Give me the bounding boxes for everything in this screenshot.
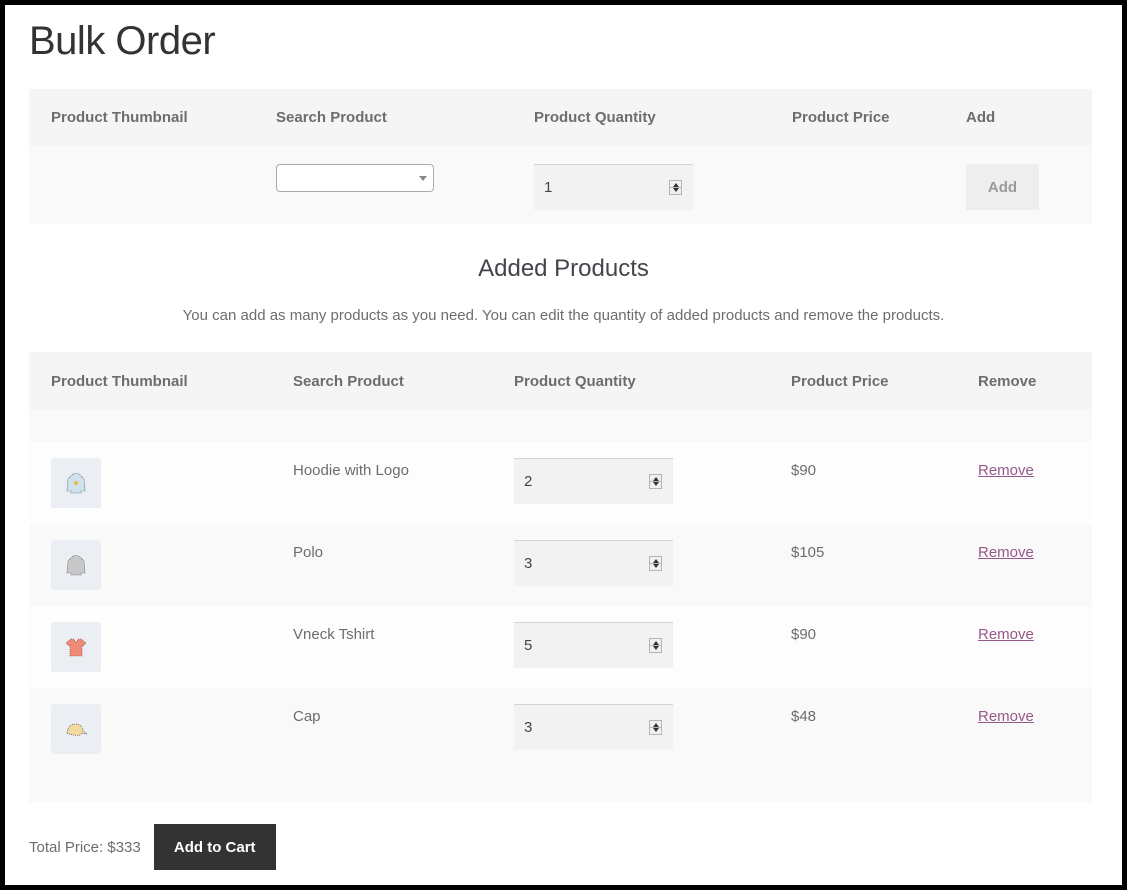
quantity-value: 3 [524,719,533,736]
quantity-input[interactable]: 3 [514,540,673,586]
header-search-product: Search Product [276,109,387,126]
chevron-down-icon [419,176,427,181]
header-product-quantity: Product Quantity [514,373,636,390]
table-spacer-row [29,770,1092,802]
header-add: Add [966,109,996,126]
quantity-stepper[interactable] [669,180,682,195]
product-price: $90 [791,462,817,479]
quantity-value: 3 [524,555,533,572]
product-name: Polo [293,544,324,561]
remove-link[interactable]: Remove [978,708,1034,725]
total-price: Total Price: $333 [29,838,141,856]
bulk-table-header: Product Thumbnail Search Product Product… [29,89,1092,146]
header-product-quantity: Product Quantity [534,109,656,126]
product-thumbnail [51,704,101,754]
page-title: Bulk Order [29,19,216,63]
bulk-add-row: 1 Add [29,146,1092,224]
quantity-input[interactable]: 1 [534,164,693,210]
table-row: Polo 3 $105 Remove [29,524,1092,606]
added-products-table: Product Thumbnail Search Product Product… [29,352,1092,802]
header-product-price: Product Price [792,109,890,126]
header-product-thumbnail: Product Thumbnail [51,109,188,126]
added-products-title: Added Products [478,255,649,282]
added-products-description: You can add as many products as you need… [182,307,945,324]
table-spacer-row [29,410,1092,442]
remove-link[interactable]: Remove [978,544,1034,561]
product-thumbnail [51,458,101,508]
table-row: Hoodie with Logo 2 $90 Remove [29,442,1092,524]
product-name: Vneck Tshirt [293,626,375,643]
header-remove: Remove [978,373,1037,390]
table-row: Vneck Tshirt 5 $90 Remove [29,606,1092,688]
remove-link[interactable]: Remove [978,626,1034,643]
product-name: Cap [293,708,321,725]
polo-icon [66,555,86,576]
header-product-price: Product Price [791,373,889,390]
hoodie-with-logo-icon [66,473,86,494]
product-price: $90 [791,626,817,643]
quantity-input[interactable]: 3 [514,704,673,750]
remove-link[interactable]: Remove [978,462,1034,479]
page-frame: Bulk Order Product Thumbnail Search Prod… [5,5,1122,885]
order-footer: Total Price: $333 Add to Cart [29,824,276,870]
table-row: Cap 3 $48 Remove [29,688,1092,770]
quantity-value: 1 [544,179,553,196]
product-name: Hoodie with Logo [293,462,409,479]
header-product-thumbnail: Product Thumbnail [51,373,188,390]
product-thumbnail [51,540,101,590]
stepper-down-icon[interactable] [653,564,659,568]
stepper-down-icon[interactable] [653,482,659,486]
add-to-cart-button[interactable]: Add to Cart [153,824,276,870]
stepper-down-icon[interactable] [653,728,659,732]
header-search-product: Search Product [293,373,404,390]
quantity-stepper[interactable] [649,638,662,653]
add-button[interactable]: Add [966,164,1039,210]
product-price: $48 [791,708,817,725]
quantity-input[interactable]: 5 [514,622,673,668]
added-table-header: Product Thumbnail Search Product Product… [29,352,1092,410]
quantity-stepper[interactable] [649,720,662,735]
stepper-down-icon[interactable] [653,646,659,650]
quantity-stepper[interactable] [649,556,662,571]
quantity-value: 5 [524,637,533,654]
product-search-select[interactable] [276,164,434,192]
stepper-down-icon[interactable] [673,188,679,192]
quantity-stepper[interactable] [649,474,662,489]
bulk-order-table: Product Thumbnail Search Product Product… [29,89,1092,224]
cap-icon [66,723,88,736]
product-price: $105 [791,544,825,561]
vneck-tshirt-icon [65,638,87,657]
product-thumbnail [51,622,101,672]
quantity-input[interactable]: 2 [514,458,673,504]
quantity-value: 2 [524,473,533,490]
